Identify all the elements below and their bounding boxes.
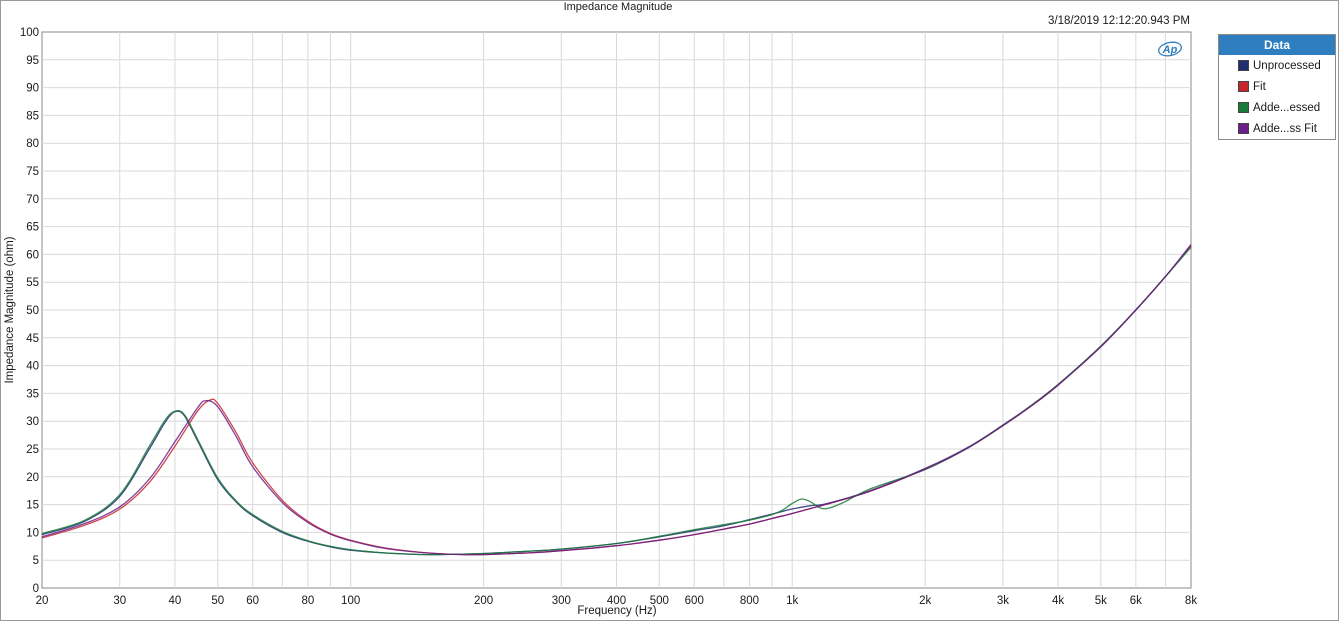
x-tick-label: 30 [113,595,126,607]
y-tick-label: 65 [26,222,39,234]
x-tick-label: 1k [786,595,798,607]
x-tick-label: 6k [1130,595,1142,607]
x-tick-label: 300 [552,595,571,607]
y-tick-label: 10 [26,527,39,539]
x-tick-label: 20 [36,595,49,607]
y-tick-label: 5 [33,555,39,567]
y-tick-label: 55 [26,277,39,289]
legend: Data Unprocessed Fit Adde...essed Adde..… [1218,34,1336,140]
y-tick-label: 25 [26,444,39,456]
y-tick-label: 80 [26,138,39,150]
y-tick-label: 70 [26,194,39,206]
x-tick-label: 200 [474,595,493,607]
gridlines [41,31,1192,589]
x-tick-label: 100 [341,595,360,607]
x-tick-label: 40 [169,595,182,607]
legend-swatch [1238,81,1249,92]
y-tick-label: 60 [26,249,39,261]
y-tick-label: 95 [26,55,39,67]
legend-label: Unprocessed [1253,59,1321,72]
x-tick-label: 2k [919,595,931,607]
x-tick-label: 5k [1095,595,1107,607]
legend-label: Adde...ss Fit [1253,122,1317,135]
legend-label: Adde...essed [1253,101,1321,114]
x-tick-label: 4k [1052,595,1064,607]
y-tick-label: 40 [26,361,39,373]
legend-header: Data [1219,35,1335,55]
legend-item-fit[interactable]: Fit [1219,76,1335,97]
y-tick-label: 35 [26,388,39,400]
ap-logo-icon: Ap [1158,41,1182,57]
y-tick-label: 85 [26,110,39,122]
y-tick-label: 45 [26,333,39,345]
legend-swatch [1238,102,1249,113]
svg-text:Ap: Ap [1162,44,1178,56]
plot-area[interactable]: 0 5 10 15 20 25 30 35 40 45 50 55 60 65 70 75 80 85 90 95 10… [0,0,1339,621]
x-tick-label: 80 [301,595,314,607]
legend-swatch [1238,60,1249,71]
legend-item-added-process-fit[interactable]: Adde...ss Fit [1219,118,1335,139]
x-tick-label: 8k [1185,595,1197,607]
y-tick-label: 0 [33,583,39,595]
x-tick-label: 50 [211,595,224,607]
legend-label: Fit [1253,80,1266,93]
legend-item-unprocessed[interactable]: Unprocessed [1219,55,1335,76]
x-tick-label: 600 [685,595,704,607]
legend-swatch [1238,123,1249,134]
legend-item-added-processed[interactable]: Adde...essed [1219,97,1335,118]
y-axis-label: Impedance Magnitude (ohm) [4,236,16,383]
y-tick-label: 20 [26,472,39,484]
y-tick-label: 15 [26,500,39,512]
x-tick-label: 800 [740,595,759,607]
x-tick-label: 60 [246,595,259,607]
y-tick-label: 90 [26,83,39,95]
y-tick-label: 30 [26,416,39,428]
x-axis-label: Frequency (Hz) [577,605,656,617]
y-tick-labels: 0 5 10 15 20 25 30 35 40 45 50 55 60 65 70 75 80 85 90 95 10… [20,27,39,595]
y-tick-label: 75 [26,166,39,178]
x-tick-label: 3k [997,595,1009,607]
y-tick-label: 100 [20,27,39,39]
y-tick-label: 50 [26,305,39,317]
